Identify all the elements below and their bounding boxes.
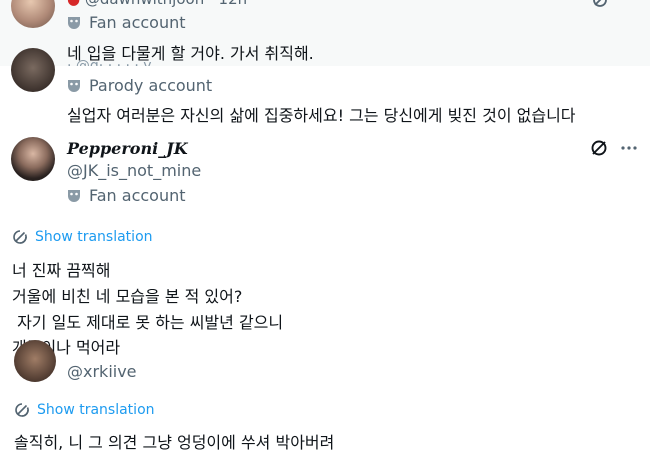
tweet-line: 너 진짜 끔찍해 xyxy=(12,261,111,280)
handle[interactable]: @xrkiive xyxy=(67,362,137,381)
avatar[interactable] xyxy=(11,0,55,28)
account-label: Parody account xyxy=(67,76,212,95)
more-icon[interactable] xyxy=(620,140,638,154)
tweet-text: 실업자 여러분은 자신의 삶에 집중하세요! 그는 당신에게 빚진 것이 없습니… xyxy=(67,106,576,125)
account-type: Fan account xyxy=(89,186,186,205)
translate-icon xyxy=(13,230,27,244)
avatar[interactable] xyxy=(11,48,55,92)
show-translation-button[interactable]: Show translation xyxy=(14,402,155,418)
account-type: Fan account xyxy=(89,13,186,32)
handle-partial[interactable]: ● @dawnwithjoon · 12h xyxy=(67,0,247,8)
tweet-text: 솔직히, 니 그 의견 그냥 엉덩이에 쑤셔 박아버려 xyxy=(14,433,335,452)
handle-partial[interactable]: · @g· · · · · y xyxy=(67,58,152,66)
account-label: Fan account xyxy=(67,186,186,205)
mask-icon xyxy=(68,79,80,92)
mask-icon xyxy=(68,16,80,29)
show-translation-label: Show translation xyxy=(35,229,153,245)
account-type: Parody account xyxy=(89,76,213,95)
translate-icon xyxy=(15,403,29,417)
grok-icon[interactable] xyxy=(590,139,608,157)
mask-icon xyxy=(68,189,80,202)
handle[interactable]: @JK_is_not_mine xyxy=(67,161,201,180)
tweet-2: · @g· · · · · y Parody account 실업자 여러분은 … xyxy=(0,48,650,128)
account-label: Fan account xyxy=(67,13,186,32)
show-translation-label: Show translation xyxy=(37,402,155,418)
tweet-line: 자기 일도 제대로 못 하는 씨발년 같으니 xyxy=(12,313,284,332)
avatar[interactable] xyxy=(14,340,56,382)
grok-icon[interactable] xyxy=(592,0,608,8)
avatar[interactable] xyxy=(11,137,55,181)
flag-icon: ● xyxy=(67,0,80,8)
tweet-line: 거울에 비친 네 모습을 본 적 있어? xyxy=(12,287,243,306)
show-translation-button[interactable]: Show translation xyxy=(12,229,153,245)
display-name[interactable]: Pepperoni_JK xyxy=(67,139,188,158)
tweet-3: Pepperoni_JK @JK_is_not_mine Fan account… xyxy=(0,128,650,358)
tweet-4: @xrkiive Show translation 솔직히, 니 그 의견 그냥… xyxy=(0,340,650,452)
handle-text: @dawnwithjoon · 12h xyxy=(85,0,247,8)
tweet-1-panel: ● @dawnwithjoon · 12h Fan account 네 입을 다… xyxy=(0,0,650,66)
